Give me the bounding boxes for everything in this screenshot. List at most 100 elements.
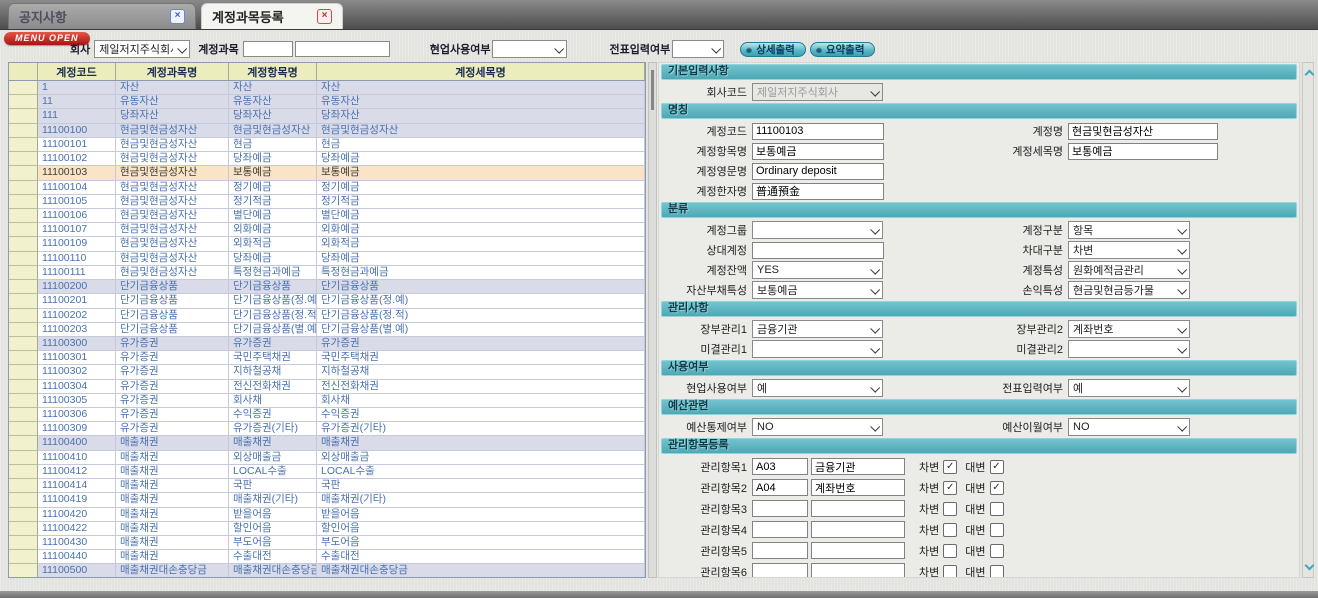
chevron-down-icon[interactable]: [550, 46, 566, 53]
table-row[interactable]: 11100440 매출채권 수출대전 수출대전: [9, 550, 645, 564]
chevron-down-icon[interactable]: [1173, 247, 1189, 254]
chevron-down-icon[interactable]: [1173, 267, 1189, 274]
scrollbar-thumb[interactable]: [651, 70, 654, 110]
tab-notice[interactable]: 공지사항 ×: [8, 3, 196, 29]
chevron-down-icon[interactable]: [866, 287, 882, 294]
table-row[interactable]: 11 유동자산 유동자산 유동자산: [9, 95, 645, 109]
table-row[interactable]: 11100100 현금및현금성자산 현금및현금성자산 현금및현금성자산: [9, 124, 645, 138]
table-row[interactable]: 1 자산 자산 자산: [9, 81, 645, 95]
row-selector[interactable]: [9, 309, 38, 323]
debit-checkbox[interactable]: ✓: [943, 460, 957, 474]
summary-print-button[interactable]: 요약출력: [810, 42, 876, 57]
row-selector[interactable]: [9, 564, 38, 578]
chevron-down-icon[interactable]: [1173, 385, 1189, 392]
row-selector[interactable]: [9, 351, 38, 365]
chevron-down-icon[interactable]: [866, 227, 882, 234]
row-selector[interactable]: [9, 465, 38, 479]
mgmt-item-name-field[interactable]: [811, 458, 905, 475]
book-mgmt1-select[interactable]: 금융기관: [752, 320, 883, 338]
chevron-down-icon[interactable]: [866, 326, 882, 333]
row-selector[interactable]: [9, 152, 38, 166]
account-name-input[interactable]: [295, 41, 390, 57]
table-row[interactable]: 11100101 현금및현금성자산 현금 현금: [9, 138, 645, 152]
table-row[interactable]: 11100304 유가증권 전신전화채권 전신전화채권: [9, 380, 645, 394]
mgmt-item-code-field[interactable]: [752, 542, 808, 559]
table-row[interactable]: 11100202 단기금융상품 단기금융상품(정.적) 단기금융상품(정.적): [9, 309, 645, 323]
chevron-down-icon[interactable]: [1173, 424, 1189, 431]
table-row[interactable]: 11100309 유가증권 유가증권(기타) 유가증권(기타): [9, 422, 645, 436]
row-selector[interactable]: [9, 294, 38, 308]
credit-checkbox[interactable]: [990, 544, 1004, 558]
debit-checkbox[interactable]: ✓: [943, 481, 957, 495]
debit-checkbox[interactable]: [943, 502, 957, 516]
row-selector[interactable]: [9, 422, 38, 436]
pending-mgmt1-select[interactable]: [752, 340, 883, 358]
table-row[interactable]: 11100422 매출채권 할인어음 할인어음: [9, 522, 645, 536]
debit-checkbox[interactable]: [943, 523, 957, 537]
row-selector[interactable]: [9, 266, 38, 280]
account-balance-select[interactable]: YES: [752, 261, 883, 279]
row-selector[interactable]: [9, 451, 38, 465]
table-row[interactable]: 11100103 현금및현금성자산 보통예금 보통예금: [9, 166, 645, 180]
mgmt-item-name-field[interactable]: [811, 563, 905, 578]
row-selector[interactable]: [9, 181, 38, 195]
account-group-select[interactable]: [752, 221, 883, 239]
table-row[interactable]: 11100203 단기금융상품 단기금융상품(별.예) 단기금융상품(별.예): [9, 323, 645, 337]
table-row[interactable]: 11100300 유가증권 유가증권 유가증권: [9, 337, 645, 351]
credit-checkbox[interactable]: [990, 523, 1004, 537]
row-selector[interactable]: [9, 166, 38, 180]
debit-credit-division-select[interactable]: 차변: [1068, 241, 1190, 259]
row-selector[interactable]: [9, 237, 38, 251]
row-selector[interactable]: [9, 280, 38, 294]
budget-carryover-select[interactable]: NO: [1068, 418, 1190, 436]
table-row[interactable]: 11100106 현금및현금성자산 별단예금 별단예금: [9, 209, 645, 223]
slip-entry-select[interactable]: [672, 40, 724, 58]
pending-mgmt2-select[interactable]: [1068, 340, 1190, 358]
row-selector[interactable]: [9, 365, 38, 379]
mgmt-item-code-field[interactable]: [752, 458, 808, 475]
credit-checkbox[interactable]: ✓: [990, 460, 1004, 474]
table-row[interactable]: 11100102 현금및현금성자산 당좌예금 당좌예금: [9, 152, 645, 166]
account-detail-field[interactable]: [1068, 143, 1218, 160]
debit-checkbox[interactable]: [943, 565, 957, 579]
account-code-field[interactable]: [752, 123, 884, 140]
mgmt-item-name-field[interactable]: [811, 542, 905, 559]
table-row[interactable]: 11100410 매출채권 외상매출금 외상매출금: [9, 451, 645, 465]
table-row[interactable]: 11100111 현금및현금성자산 특정현금과예금 특정현금과예금: [9, 266, 645, 280]
chevron-down-icon[interactable]: [173, 46, 189, 53]
mgmt-item-name-field[interactable]: [811, 479, 905, 496]
row-selector[interactable]: [9, 138, 38, 152]
panel-scrollbar[interactable]: [1302, 62, 1314, 578]
chevron-down-icon[interactable]: [1173, 227, 1189, 234]
row-selector[interactable]: [9, 436, 38, 450]
row-selector[interactable]: [9, 124, 38, 138]
table-row[interactable]: 11100419 매출채권 매출채권(기타) 매출채권(기타): [9, 493, 645, 507]
table-row[interactable]: 11100306 유가증권 수익증권 수익증권: [9, 408, 645, 422]
field-use-select[interactable]: [492, 40, 567, 58]
tab-account-registration[interactable]: 계정과목등록 ×: [201, 3, 343, 29]
account-character-select[interactable]: 원화예적금관리: [1068, 261, 1190, 279]
chevron-down-icon[interactable]: [1304, 561, 1314, 571]
slip-entry-panel-select[interactable]: 예: [1068, 379, 1190, 397]
mgmt-item-name-field[interactable]: [811, 521, 905, 538]
table-scrollbar[interactable]: [648, 62, 657, 578]
credit-checkbox[interactable]: ✓: [990, 481, 1004, 495]
chevron-up-icon[interactable]: [1304, 70, 1314, 80]
company-select[interactable]: 제일저지주식회사: [94, 40, 190, 58]
credit-checkbox[interactable]: [990, 565, 1004, 579]
table-row[interactable]: 11100414 매출채권 국판 국판: [9, 479, 645, 493]
chevron-down-icon[interactable]: [1173, 346, 1189, 353]
table-row[interactable]: 11100420 매출채권 받을어음 받을어음: [9, 508, 645, 522]
chevron-down-icon[interactable]: [866, 267, 882, 274]
credit-checkbox[interactable]: [990, 502, 1004, 516]
table-row[interactable]: 11100201 단기금융상품 단기금융상품(정.예) 단기금융상품(정.예): [9, 294, 645, 308]
chevron-down-icon[interactable]: [1173, 287, 1189, 294]
row-selector[interactable]: [9, 252, 38, 266]
budget-control-select[interactable]: NO: [752, 418, 883, 436]
mgmt-item-code-field[interactable]: [752, 521, 808, 538]
table-row[interactable]: 11100109 현금및현금성자산 외화적금 외화적금: [9, 237, 645, 251]
mgmt-item-code-field[interactable]: [752, 563, 808, 578]
table-row[interactable]: 11100110 현금및현금성자산 당좌예금 당좌예금: [9, 252, 645, 266]
row-selector[interactable]: [9, 95, 38, 109]
table-row[interactable]: 11100305 유가증권 회사채 회사채: [9, 394, 645, 408]
